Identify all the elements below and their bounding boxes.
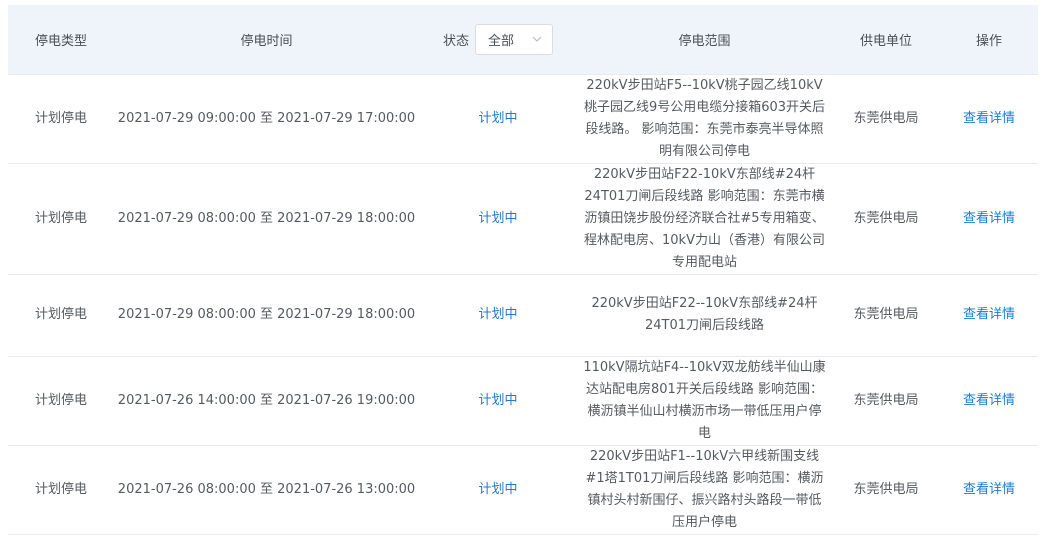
cell-status: 计划中 [419, 163, 577, 275]
outage-table-container: 停电类型 停电时间 状态 全部 停电范围 供电单位 操作 计划停电 2021-0… [8, 5, 1038, 535]
cell-range: 220kV步田站F22-10kV东部线#24杆24T01刀闸后段线路 影响范围：… [577, 163, 832, 275]
column-header-range: 停电范围 [678, 33, 731, 49]
cell-unit: 东莞供电局 [832, 274, 940, 357]
status-select-value: 全部 [488, 33, 515, 49]
column-header-type: 停电类型 [34, 33, 87, 49]
chevron-down-icon [532, 36, 542, 43]
table-row: 计划停电 2021-07-29 09:00:00 至 2021-07-29 17… [8, 73, 1038, 164]
view-details-link[interactable]: 查看详情 [963, 211, 1015, 226]
view-details-link[interactable]: 查看详情 [963, 111, 1015, 126]
column-header-time: 停电时间 [240, 33, 293, 49]
status-select[interactable]: 全部 [475, 23, 553, 55]
cell-range: 220kV步田站F5--10kV桃子园乙线10kV桃子园乙线9号公用电缆分接箱6… [577, 73, 832, 164]
cell-unit: 东莞供电局 [832, 163, 940, 275]
cell-time: 2021-07-26 14:00:00 至 2021-07-26 19:00:0… [114, 356, 419, 446]
view-details-link[interactable]: 查看详情 [963, 482, 1015, 497]
cell-time: 2021-07-29 08:00:00 至 2021-07-29 18:00:0… [114, 163, 419, 275]
status-filter: 状态 全部 [442, 23, 553, 55]
cell-action: 查看详情 [940, 274, 1038, 357]
cell-time: 2021-07-26 08:00:00 至 2021-07-26 13:00:0… [114, 445, 419, 535]
cell-unit: 东莞供电局 [832, 73, 940, 164]
cell-type: 计划停电 [8, 445, 114, 535]
table-header-row: 停电类型 停电时间 状态 全部 停电范围 供电单位 操作 [8, 5, 1038, 74]
outage-table: 停电类型 停电时间 状态 全部 停电范围 供电单位 操作 计划停电 2021-0… [8, 5, 1038, 535]
cell-status: 计划中 [419, 445, 577, 535]
table-row: 计划停电 2021-07-26 14:00:00 至 2021-07-26 19… [8, 356, 1038, 446]
cell-action: 查看详情 [940, 163, 1038, 275]
table-row: 计划停电 2021-07-26 08:00:00 至 2021-07-26 13… [8, 445, 1038, 535]
cell-action: 查看详情 [940, 356, 1038, 446]
cell-type: 计划停电 [8, 73, 114, 164]
view-details-link[interactable]: 查看详情 [963, 393, 1015, 408]
column-header-status: 状态 全部 [419, 5, 577, 74]
cell-type: 计划停电 [8, 163, 114, 275]
cell-action: 查看详情 [940, 445, 1038, 535]
table-row: 计划停电 2021-07-29 08:00:00 至 2021-07-29 18… [8, 163, 1038, 275]
cell-time: 2021-07-29 09:00:00 至 2021-07-29 17:00:0… [114, 73, 419, 164]
view-details-link[interactable]: 查看详情 [963, 307, 1015, 322]
cell-unit: 东莞供电局 [832, 356, 940, 446]
cell-type: 计划停电 [8, 274, 114, 357]
column-header-unit: 供电单位 [859, 33, 912, 49]
cell-status: 计划中 [419, 274, 577, 357]
column-header-action: 操作 [975, 33, 1002, 49]
cell-range: 220kV步田站F22--10kV东部线#24杆24T01刀闸后段线路 [577, 274, 832, 357]
cell-status: 计划中 [419, 356, 577, 446]
cell-action: 查看详情 [940, 73, 1038, 164]
cell-range: 110kV隔坑站F4--10kV双龙舫线半仙山康达站配电房801开关后段线路 影… [577, 356, 832, 446]
status-filter-label: 状态 [442, 33, 469, 49]
cell-status: 计划中 [419, 73, 577, 164]
table-row: 计划停电 2021-07-29 08:00:00 至 2021-07-29 18… [8, 274, 1038, 357]
cell-unit: 东莞供电局 [832, 445, 940, 535]
cell-type: 计划停电 [8, 356, 114, 446]
cell-time: 2021-07-29 08:00:00 至 2021-07-29 18:00:0… [114, 274, 419, 357]
cell-range: 220kV步田站F1--10kV六甲线新围支线#1塔1T01刀闸后段线路 影响范… [577, 445, 832, 535]
